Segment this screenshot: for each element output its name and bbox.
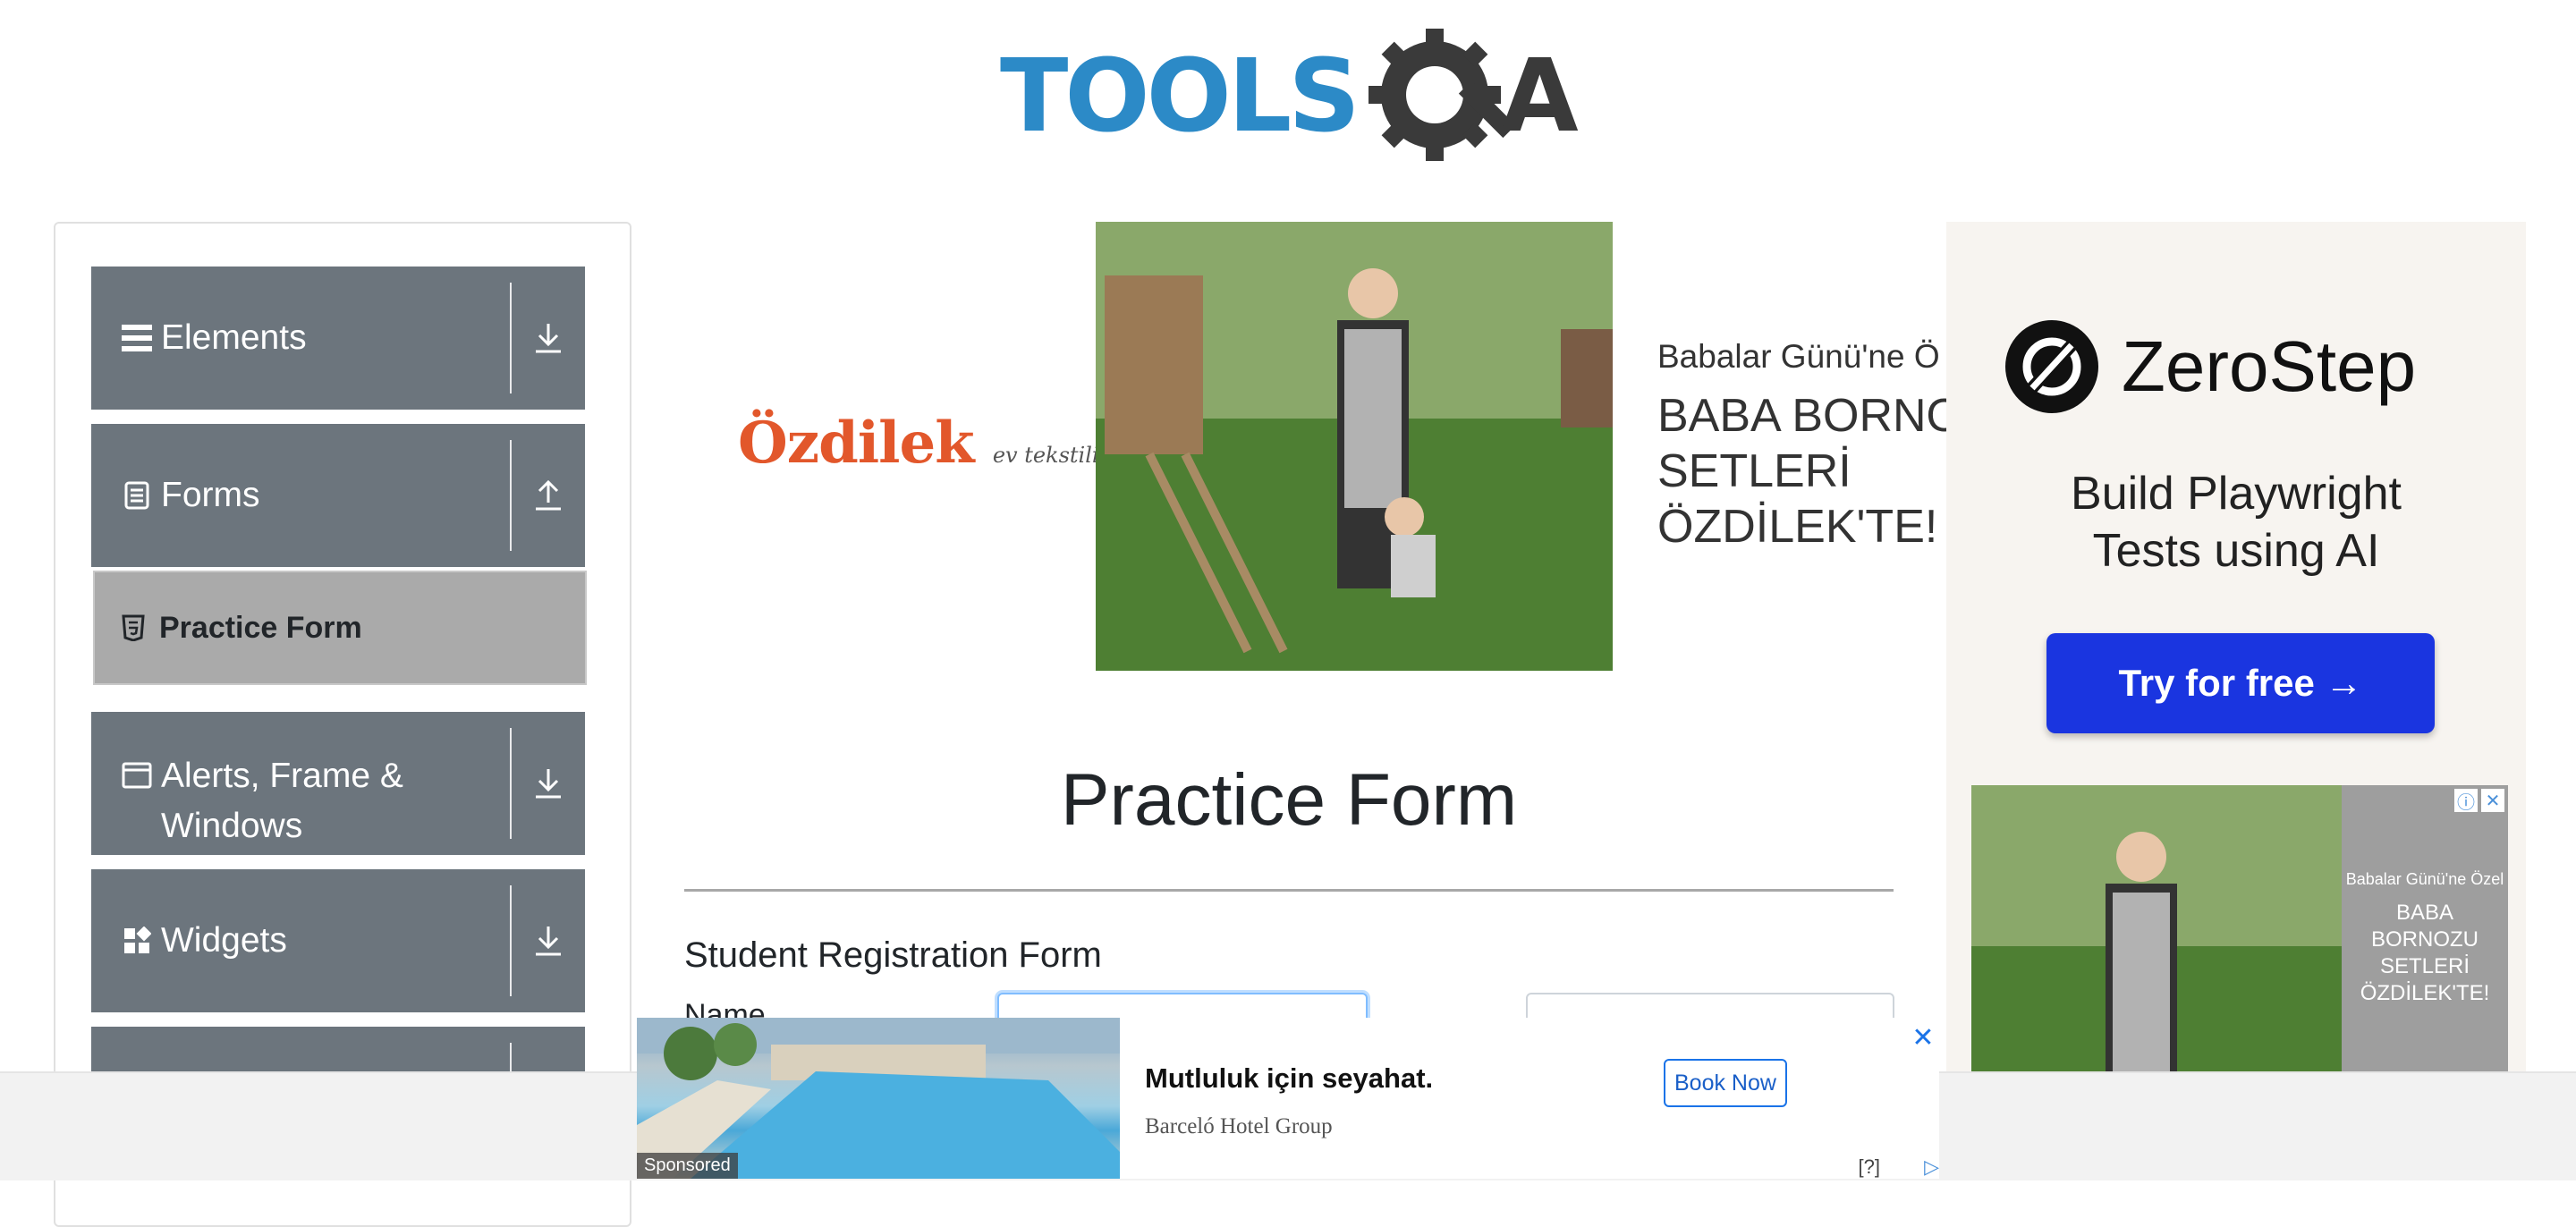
divider [510, 440, 512, 551]
small-ad-line: ÖZDİLEK'TE! [2360, 981, 2490, 1005]
sidebar-group-label: Elements [161, 318, 307, 357]
html5-icon [120, 614, 147, 642]
sidebar-group-widgets[interactable]: Widgets [91, 869, 585, 1012]
book-now-button[interactable]: Book Now [1664, 1059, 1787, 1107]
tagline-line: Build Playwright [2071, 468, 2402, 520]
sidebar-group-label: Widgets [161, 921, 287, 960]
zerostep-logo: ZeroStep [2004, 318, 2416, 415]
small-ad-subtitle: Babalar Günü'ne Özel [2345, 870, 2504, 888]
upload-arrow-icon[interactable] [524, 471, 572, 520]
divider [510, 885, 512, 996]
download-arrow-icon[interactable] [524, 314, 572, 362]
sponsored-label: Sponsored [637, 1153, 738, 1179]
bottom-ad-title[interactable]: Mutluluk için seyahat. [1145, 1062, 1433, 1095]
hamburger-icon [122, 323, 152, 353]
bottom-sticky-ad[interactable]: Sponsored Mutluluk için seyahat. Barceló… [637, 1018, 1939, 1179]
sidebar-item-label: Practice Form [159, 610, 362, 645]
sidebar-group-label: Forms [161, 476, 260, 514]
sidebar-group-forms[interactable]: Forms [91, 424, 585, 567]
download-arrow-icon[interactable] [524, 917, 572, 965]
banner-headline-line: BABA BORNO [1657, 390, 1947, 442]
brand-name: Özdilek [738, 410, 975, 477]
sidebar-group-label: Alerts, Frame & Windows [161, 757, 403, 845]
banner-ad[interactable]: Özdilek ev tekstili Babalar Günü'ne Ö BA… [684, 222, 1947, 671]
window-icon [122, 760, 152, 791]
hotel-pool-photo: Sponsored [637, 1018, 1120, 1179]
document-icon [122, 480, 152, 511]
sidebar-item-practice-form[interactable]: Practice Form [93, 571, 587, 685]
divider [510, 283, 512, 393]
sidebar-group-elements[interactable]: Elements [91, 267, 585, 410]
divider [510, 728, 512, 839]
ozdilek-logo: Özdilek ev tekstili [738, 410, 1099, 477]
toolsqa-logo-image: TOOLS A [1000, 29, 1579, 161]
zerostep-icon [2005, 320, 2098, 413]
adchoices-icon[interactable]: ▷ [1924, 1155, 1939, 1179]
small-ad-line: BABA [2395, 901, 2454, 925]
sidebar-group-alerts-frame-windows[interactable]: Alerts, Frame & Windows [91, 712, 585, 855]
small-ad-line: SETLERİ [2379, 954, 2470, 978]
banner-headline-line: ÖZDİLEK'TE! [1657, 501, 1938, 553]
form-heading: Student Registration Form [684, 935, 1102, 975]
zerostep-tagline: Build Playwright Tests using AI [1946, 465, 2526, 580]
divider [684, 889, 1894, 892]
widgets-icon [122, 926, 152, 956]
ad-close-icon[interactable]: ✕ [2481, 789, 2504, 812]
family-photo [1096, 222, 1613, 671]
banner-headline: Babalar Günü'ne Ö BABA BORNO SETLERİ ÖZD… [1657, 338, 1947, 554]
ad-help-link[interactable]: [?] [1859, 1155, 1880, 1179]
bottom-ad-advertiser[interactable]: Barceló Hotel Group [1145, 1114, 1333, 1139]
banner-headline-line: SETLERİ [1657, 445, 1852, 497]
page-title: Practice Form [1060, 759, 1518, 841]
small-ad-line: BORNOZU [2371, 927, 2479, 952]
svg-text:A: A [1501, 38, 1579, 155]
toolsqa-logo[interactable]: TOOLS A [1000, 25, 1581, 168]
right-sidebar-ad[interactable]: ZeroStep Build Playwright Tests using AI… [1946, 222, 2526, 1179]
ad-info-icon[interactable]: ⓘ [2454, 789, 2478, 813]
zerostep-name: ZeroStep [2122, 326, 2417, 406]
tagline-line: Tests using AI [2092, 525, 2380, 577]
close-icon[interactable]: ✕ [1907, 1021, 1939, 1054]
svg-text:TOOLS: TOOLS [1000, 38, 1357, 155]
download-arrow-icon[interactable] [524, 759, 572, 808]
banner-headline-small: Babalar Günü'ne Ö [1657, 338, 1940, 375]
brand-tagline: ev tekstili [992, 443, 1099, 468]
try-for-free-button[interactable]: Try for free → [2046, 633, 2435, 733]
